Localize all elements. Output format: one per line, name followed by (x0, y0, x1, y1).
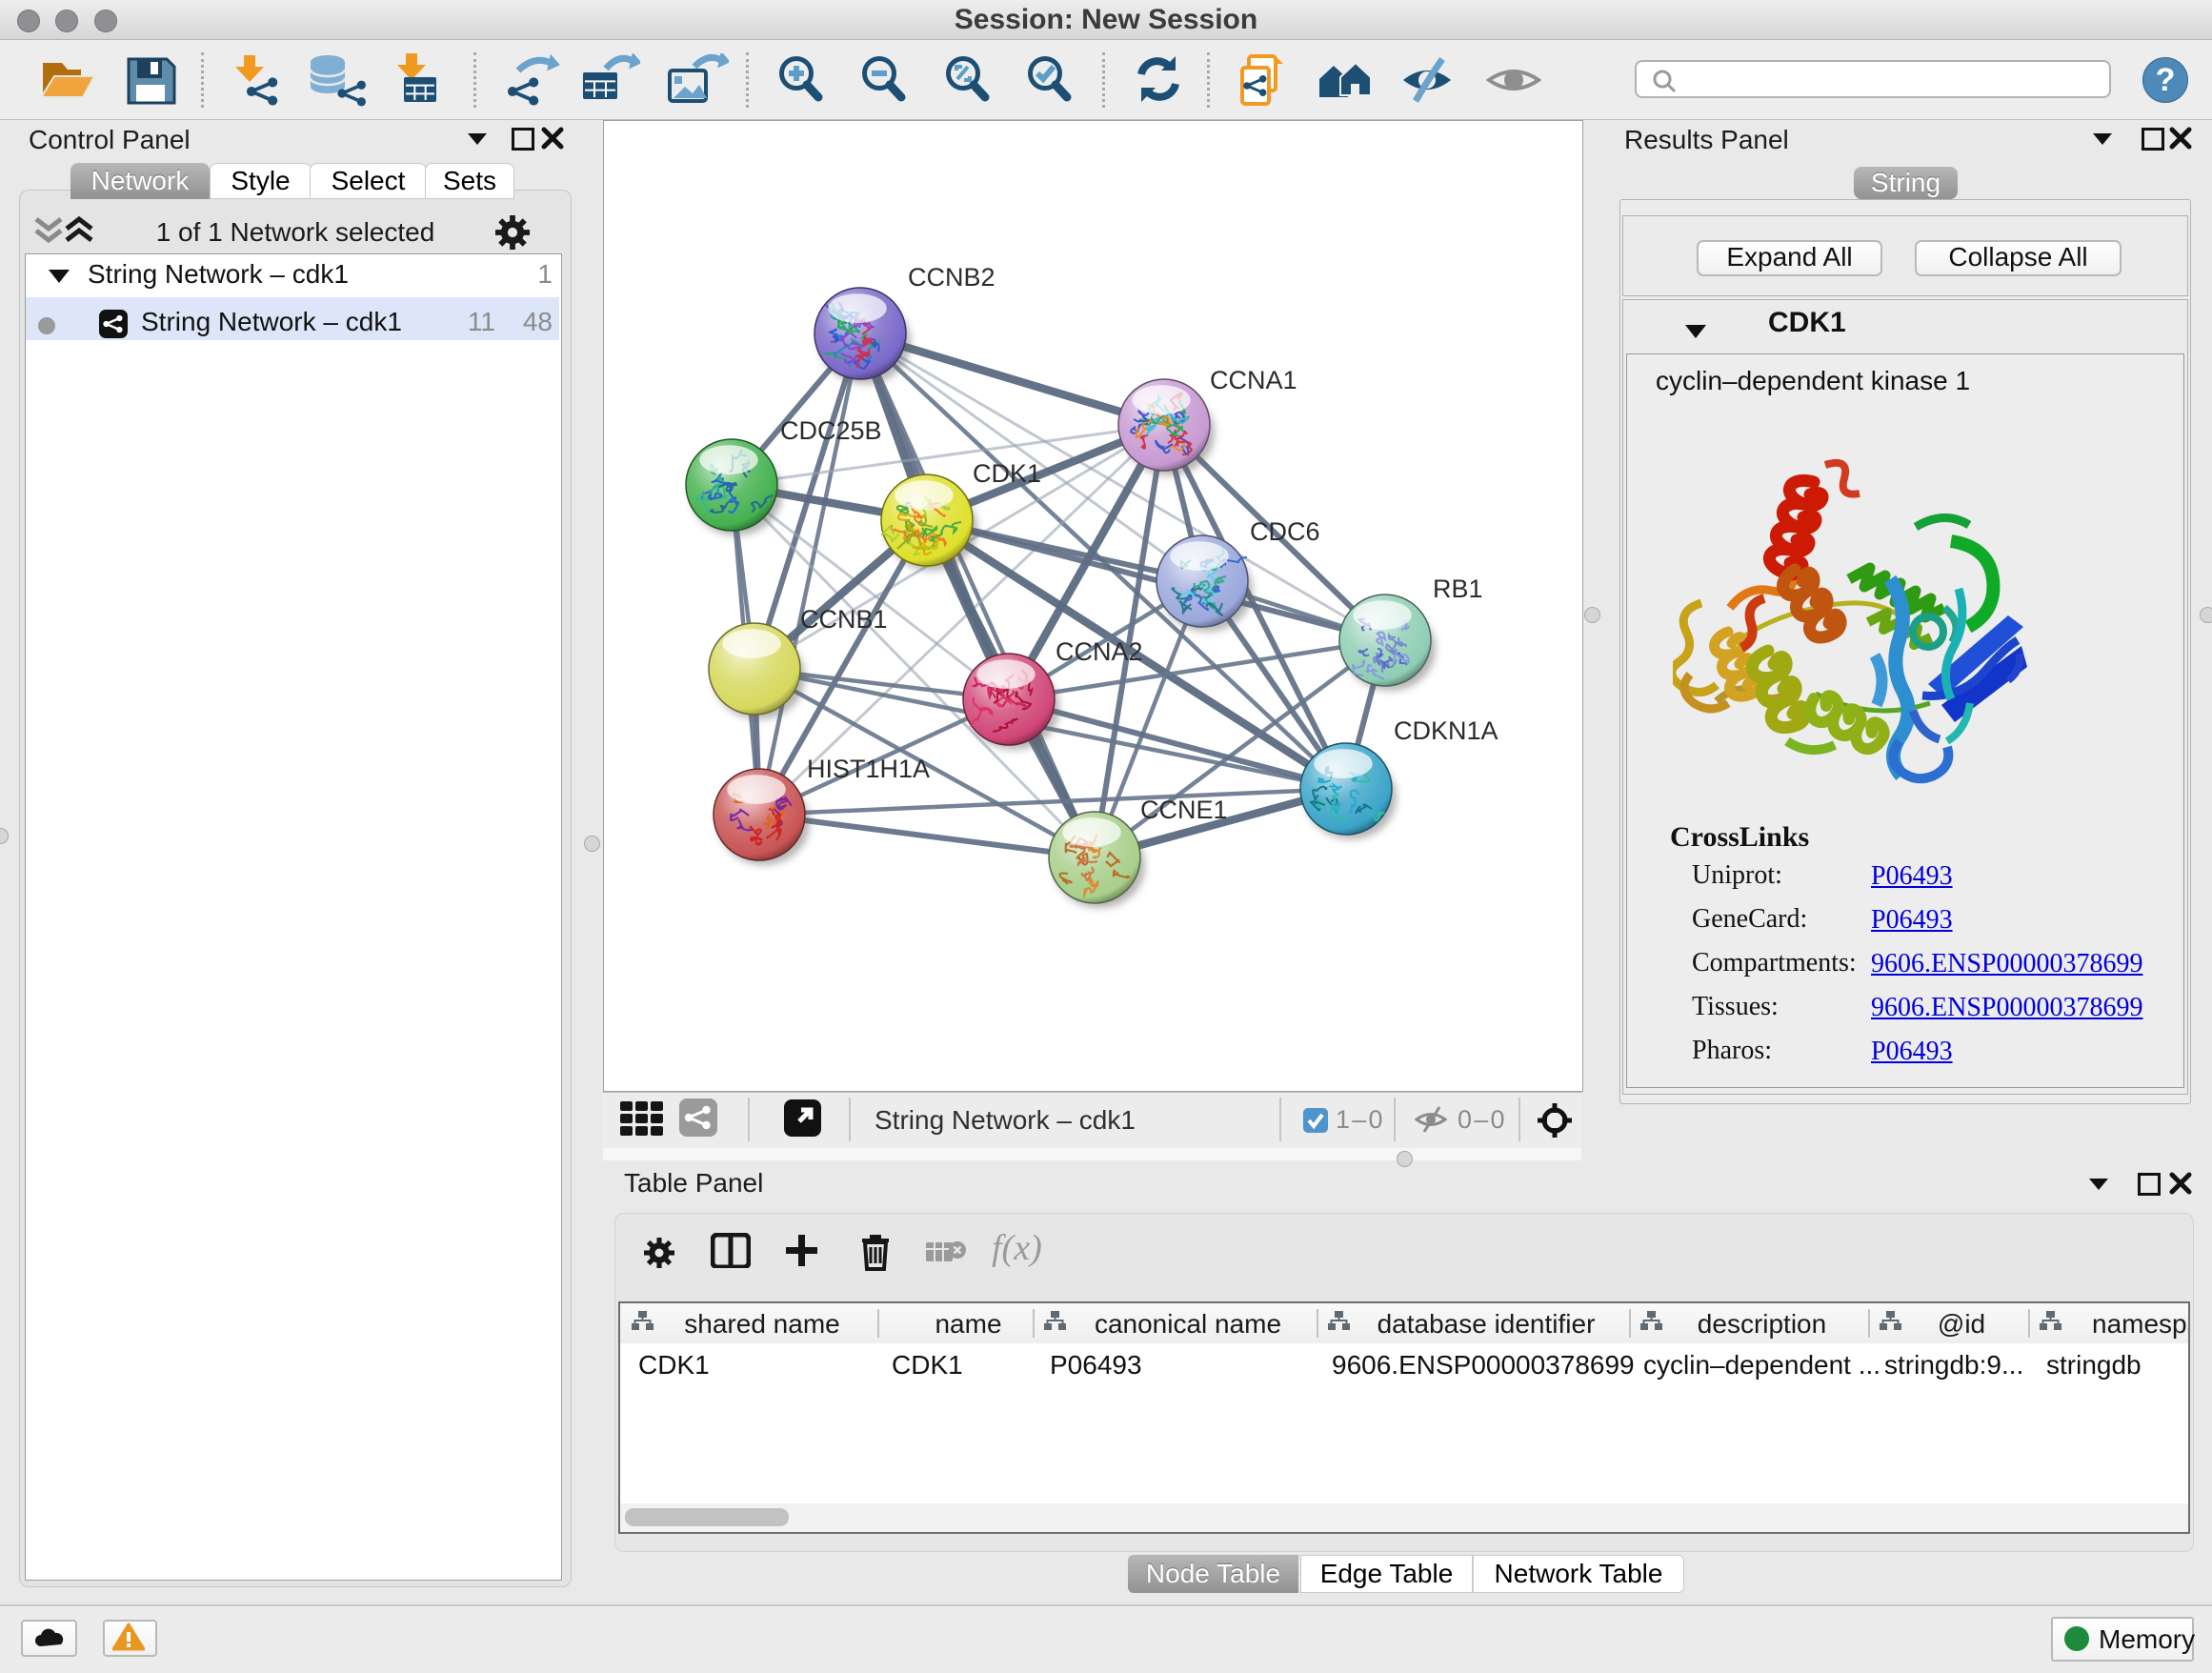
svg-text:HIST1H1A: HIST1H1A (807, 755, 930, 783)
svg-text:CDC25B: CDC25B (780, 416, 882, 445)
svg-text:CCNB1: CCNB1 (800, 605, 888, 634)
svg-text:CDK1: CDK1 (973, 459, 1041, 488)
svg-text:CCNA2: CCNA2 (1056, 637, 1143, 666)
svg-text:CCNA1: CCNA1 (1210, 366, 1297, 394)
svg-text:CCNB2: CCNB2 (908, 263, 995, 292)
svg-text:CDC6: CDC6 (1250, 517, 1320, 546)
svg-text:CCNE1: CCNE1 (1140, 796, 1228, 824)
svg-text:CDKN1A: CDKN1A (1394, 716, 1498, 745)
svg-text:RB1: RB1 (1433, 574, 1483, 603)
